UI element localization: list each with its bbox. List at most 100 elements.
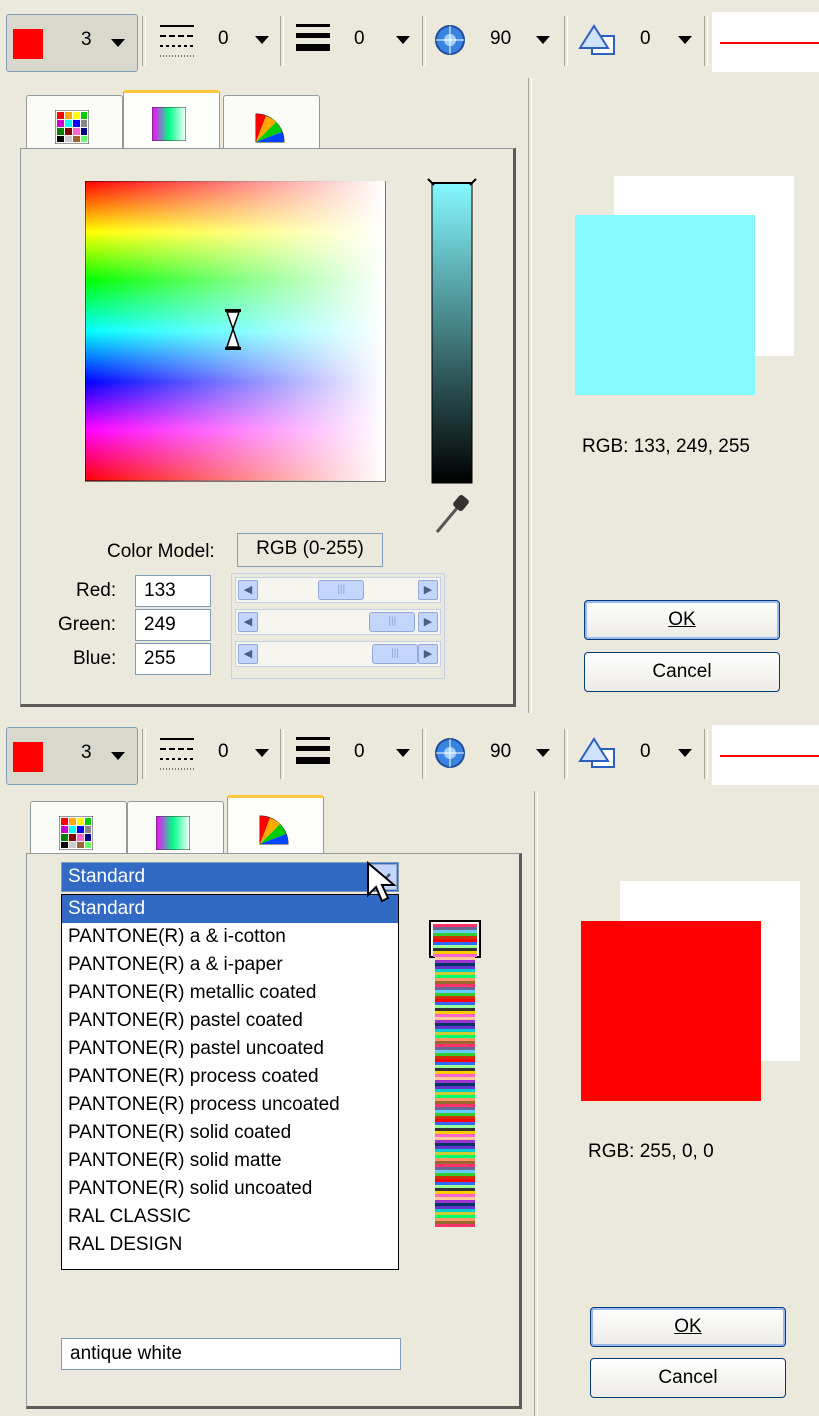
- chevron-down-icon[interactable]: [536, 36, 550, 44]
- blue-input[interactable]: 255: [135, 643, 211, 675]
- palette-swatch[interactable]: [435, 1020, 475, 1023]
- palette-swatch[interactable]: [435, 1200, 475, 1203]
- shape-icon[interactable]: [578, 22, 618, 58]
- palette-swatch[interactable]: [433, 948, 477, 951]
- palette-swatch[interactable]: [435, 1131, 475, 1134]
- palette-swatch[interactable]: [435, 1176, 475, 1179]
- palette-swatch[interactable]: [435, 1140, 475, 1143]
- palette-option[interactable]: PANTONE(R) solid matte: [62, 1147, 398, 1175]
- palette-swatch[interactable]: [435, 1155, 475, 1158]
- color-dropdown[interactable]: 3: [6, 727, 138, 785]
- palette-swatch[interactable]: [435, 1029, 475, 1032]
- palette-swatch[interactable]: [435, 1116, 475, 1119]
- green-input[interactable]: 249: [135, 609, 211, 641]
- red-slider-thumb[interactable]: |||: [318, 580, 365, 600]
- palette-swatch[interactable]: [435, 993, 475, 996]
- tab-color-wheel[interactable]: [223, 95, 320, 152]
- palette-swatch[interactable]: [435, 1209, 475, 1212]
- line-preview[interactable]: [712, 725, 819, 785]
- palette-swatch[interactable]: [433, 927, 477, 930]
- palette-swatch[interactable]: [435, 1215, 475, 1218]
- palette-swatch[interactable]: [435, 1221, 475, 1224]
- palette-swatch[interactable]: [435, 1080, 475, 1083]
- cancel-button[interactable]: Cancel: [584, 652, 780, 692]
- chevron-down-icon[interactable]: [678, 749, 692, 757]
- blue-slider[interactable]: ◀ ||| ▶: [235, 641, 441, 667]
- palette-swatch[interactable]: [435, 1053, 475, 1056]
- palette-swatch[interactable]: [435, 1161, 475, 1164]
- line-preview[interactable]: [712, 12, 819, 72]
- palette-swatch[interactable]: [435, 999, 475, 1002]
- arrow-left-icon[interactable]: ◀: [238, 612, 258, 632]
- palette-swatch[interactable]: [435, 1158, 475, 1161]
- palette-swatch[interactable]: [435, 1143, 475, 1146]
- palette-swatch[interactable]: [435, 981, 475, 984]
- palette-swatch[interactable]: [435, 969, 475, 972]
- arrow-left-icon[interactable]: ◀: [238, 580, 258, 600]
- palette-swatch[interactable]: [435, 1152, 475, 1155]
- palette-swatch[interactable]: [435, 1089, 475, 1092]
- dash-value[interactable]: 0: [218, 28, 229, 50]
- palette-swatch[interactable]: [435, 1185, 475, 1188]
- palette-swatch[interactable]: [435, 1134, 475, 1137]
- palette-swatch[interactable]: [435, 1041, 475, 1044]
- shape-value[interactable]: 0: [640, 741, 651, 763]
- palette-option[interactable]: RAL CLASSIC: [62, 1203, 398, 1231]
- palette-swatch[interactable]: [435, 1092, 475, 1095]
- palette-swatch[interactable]: [435, 1179, 475, 1182]
- palette-option[interactable]: Standard: [62, 895, 398, 923]
- palette-swatch[interactable]: [435, 1146, 475, 1149]
- palette-swatch[interactable]: [435, 960, 475, 963]
- palette-swatch[interactable]: [435, 966, 475, 969]
- palette-swatch[interactable]: [435, 1059, 475, 1062]
- shape-icon[interactable]: [578, 735, 618, 771]
- palette-swatch[interactable]: [435, 1002, 475, 1005]
- palette-swatch[interactable]: [433, 954, 477, 957]
- palette-swatch[interactable]: [435, 978, 475, 981]
- thickness-value[interactable]: 0: [354, 28, 365, 50]
- tab-gradient[interactable]: [123, 90, 220, 153]
- palette-option[interactable]: PANTONE(R) pastel coated: [62, 1007, 398, 1035]
- palette-swatch[interactable]: [435, 1173, 475, 1176]
- arrow-right-icon[interactable]: ▶: [418, 644, 438, 664]
- palette-dropdown-list[interactable]: Standard PANTONE(R) a & i-cotton PANTONE(R…: [61, 894, 399, 1270]
- dash-value[interactable]: 0: [218, 741, 229, 763]
- chevron-down-icon[interactable]: [536, 749, 550, 757]
- palette-swatch[interactable]: [433, 942, 477, 945]
- palette-swatch[interactable]: [435, 1167, 475, 1170]
- palette-swatch[interactable]: [435, 1086, 475, 1089]
- palette-swatch[interactable]: [435, 1035, 475, 1038]
- palette-swatch[interactable]: [433, 936, 477, 939]
- palette-swatch[interactable]: [435, 1125, 475, 1128]
- palette-color-strip[interactable]: [429, 920, 483, 1230]
- color-dropdown[interactable]: 3: [6, 14, 138, 72]
- palette-swatch[interactable]: [435, 1014, 475, 1017]
- palette-swatch[interactable]: [435, 1149, 475, 1152]
- palette-swatch[interactable]: [435, 1224, 475, 1227]
- palette-swatch[interactable]: [435, 1065, 475, 1068]
- palette-swatch[interactable]: [435, 1023, 475, 1026]
- palette-swatch[interactable]: [433, 933, 477, 936]
- palette-swatch[interactable]: [435, 1011, 475, 1014]
- palette-swatch[interactable]: [435, 1119, 475, 1122]
- palette-swatch[interactable]: [435, 1050, 475, 1053]
- palette-swatch[interactable]: [435, 1074, 475, 1077]
- palette-swatch[interactable]: [435, 1068, 475, 1071]
- palette-option[interactable]: PANTONE(R) process uncoated: [62, 1091, 398, 1119]
- palette-swatch[interactable]: [435, 1194, 475, 1197]
- palette-swatch[interactable]: [435, 1128, 475, 1131]
- palette-swatch[interactable]: [435, 1008, 475, 1011]
- arrow-left-icon[interactable]: ◀: [238, 644, 258, 664]
- ok-button[interactable]: OK: [584, 600, 780, 640]
- tab-palette[interactable]: [30, 801, 127, 858]
- palette-option[interactable]: PANTONE(R) metallic coated: [62, 979, 398, 1007]
- tab-gradient[interactable]: [127, 801, 224, 858]
- palette-swatch[interactable]: [433, 924, 477, 927]
- palette-swatch[interactable]: [435, 1038, 475, 1041]
- palette-swatch[interactable]: [435, 1164, 475, 1167]
- angle-value[interactable]: 90: [490, 28, 511, 50]
- palette-swatch[interactable]: [435, 1083, 475, 1086]
- palette-swatch[interactable]: [435, 1122, 475, 1125]
- palette-swatch[interactable]: [435, 957, 475, 960]
- palette-swatch[interactable]: [435, 1113, 475, 1116]
